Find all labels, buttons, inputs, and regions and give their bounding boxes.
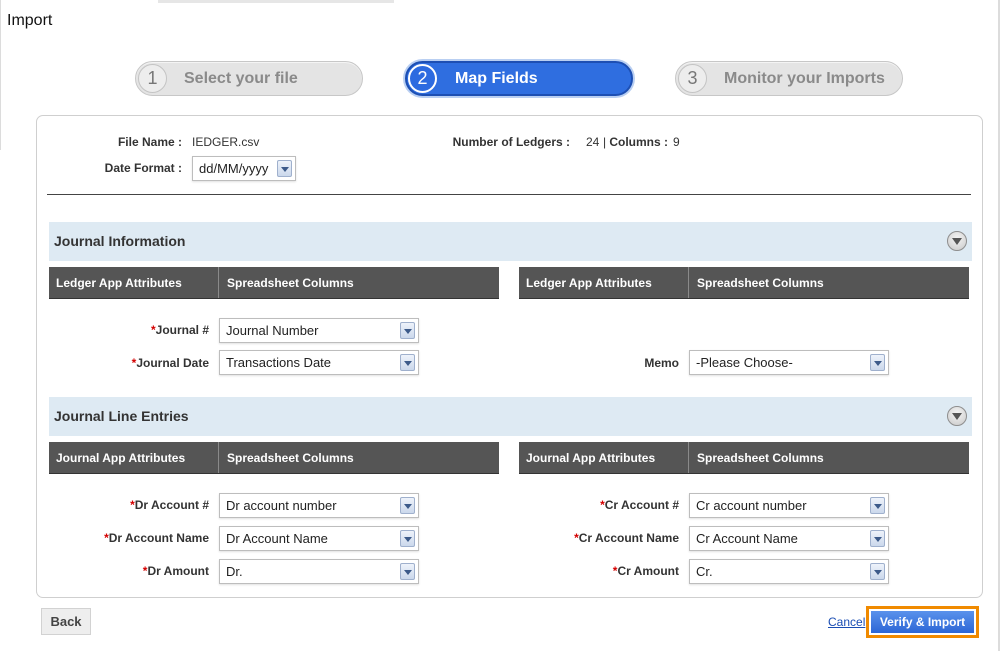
collapse-icon[interactable]: [947, 406, 967, 426]
cr-account-name-label: *Cr Account Name: [574, 531, 679, 545]
select-value: Dr.: [226, 564, 243, 579]
table-header-right: Journal App Attributes Spreadsheet Colum…: [519, 442, 969, 474]
chevron-down-icon: [400, 497, 415, 514]
verify-import-label: Verify & Import: [871, 611, 974, 633]
chevron-down-icon: [400, 530, 415, 547]
dr-account-name-select[interactable]: Dr Account Name: [219, 526, 419, 551]
select-value: Dr Account Name: [226, 531, 328, 546]
columns-count: 9: [673, 135, 680, 149]
file-name-value: IEDGER.csv: [192, 135, 260, 149]
date-format-value: dd/MM/yyyy: [199, 161, 269, 176]
dr-amount-label: *Dr Amount: [142, 564, 209, 578]
select-value: Dr account number: [226, 498, 337, 513]
step-label: Select your file: [184, 70, 298, 87]
journal-date-select[interactable]: Transactions Date: [219, 350, 419, 375]
chevron-down-icon: [870, 354, 885, 371]
dr-amount-select[interactable]: Dr.: [219, 559, 419, 584]
step-label: Map Fields: [455, 70, 538, 87]
step-monitor-imports[interactable]: 3 Monitor your Imports: [675, 61, 903, 96]
section-title: Journal Line Entries: [54, 408, 189, 424]
table-header-left: Ledger App Attributes Spreadsheet Column…: [49, 267, 499, 299]
journal-num-label: *Journal #: [150, 323, 209, 337]
cancel-link[interactable]: Cancel: [828, 615, 865, 629]
step-label: Monitor your Imports: [724, 70, 885, 87]
select-value: Cr account number: [696, 498, 807, 513]
cr-account-num-label: *Cr Account #: [600, 498, 679, 512]
back-button[interactable]: Back: [41, 608, 91, 635]
table-header-right: Ledger App Attributes Spreadsheet Column…: [519, 267, 969, 299]
dr-account-num-label: *Dr Account #: [130, 498, 209, 512]
header-attr: Ledger App Attributes: [519, 267, 689, 298]
step-number: 1: [138, 64, 167, 93]
section-title: Journal Information: [54, 233, 186, 249]
chevron-down-icon: [870, 497, 885, 514]
journal-information-bar[interactable]: Journal Information: [49, 222, 972, 261]
verify-import-button[interactable]: Verify & Import: [866, 606, 979, 638]
journal-num-select[interactable]: Journal Number: [219, 318, 419, 343]
select-value: Transactions Date: [226, 355, 332, 370]
select-value: Cr.: [696, 564, 713, 579]
chevron-down-icon: [400, 322, 415, 339]
page-title: Import: [7, 12, 53, 29]
select-value: Journal Number: [226, 323, 319, 338]
chevron-down-icon: [870, 530, 885, 547]
header-attr: Journal App Attributes: [49, 442, 219, 473]
step-number: 3: [678, 64, 707, 93]
cr-amount-label: *Cr Amount: [612, 564, 679, 578]
dr-account-name-label: *Dr Account Name: [104, 531, 209, 545]
journal-date-label: *Journal Date: [131, 356, 209, 370]
divider: [47, 194, 971, 195]
step-number: 2: [408, 64, 437, 93]
chevron-down-icon: [400, 354, 415, 371]
chevron-down-icon: [277, 160, 292, 177]
table-header-left: Journal App Attributes Spreadsheet Colum…: [49, 442, 499, 474]
collapse-icon[interactable]: [947, 231, 967, 251]
step-map-fields[interactable]: 2 Map Fields: [405, 61, 633, 96]
journal-line-entries-bar[interactable]: Journal Line Entries: [49, 397, 972, 436]
dr-account-num-select[interactable]: Dr account number: [219, 493, 419, 518]
date-format-select[interactable]: dd/MM/yyyy: [192, 156, 296, 181]
header-columns: Spreadsheet Columns: [227, 276, 354, 290]
memo-select[interactable]: -Please Choose-: [689, 350, 889, 375]
chevron-down-icon: [400, 563, 415, 580]
header-attr: Journal App Attributes: [519, 442, 689, 473]
ledgers-label: Number of Ledgers :: [452, 135, 570, 149]
memo-label: Memo: [644, 356, 679, 370]
header-columns: Spreadsheet Columns: [227, 451, 354, 465]
step-select-file[interactable]: 1 Select your file: [135, 61, 363, 96]
header-attr: Ledger App Attributes: [49, 267, 219, 298]
cr-account-name-select[interactable]: Cr Account Name: [689, 526, 889, 551]
cr-account-num-select[interactable]: Cr account number: [689, 493, 889, 518]
top-border: [158, 0, 394, 3]
date-format-label: Date Format :: [104, 161, 182, 175]
file-name-label: File Name :: [117, 135, 182, 149]
select-value: -Please Choose-: [696, 355, 793, 370]
columns-label: Columns :: [609, 135, 668, 149]
header-columns: Spreadsheet Columns: [697, 276, 824, 290]
header-columns: Spreadsheet Columns: [697, 451, 824, 465]
left-border: [0, 0, 1, 150]
select-value: Cr Account Name: [696, 531, 798, 546]
cr-amount-select[interactable]: Cr.: [689, 559, 889, 584]
ledgers-count: 24: [586, 135, 600, 149]
chevron-down-icon: [870, 563, 885, 580]
